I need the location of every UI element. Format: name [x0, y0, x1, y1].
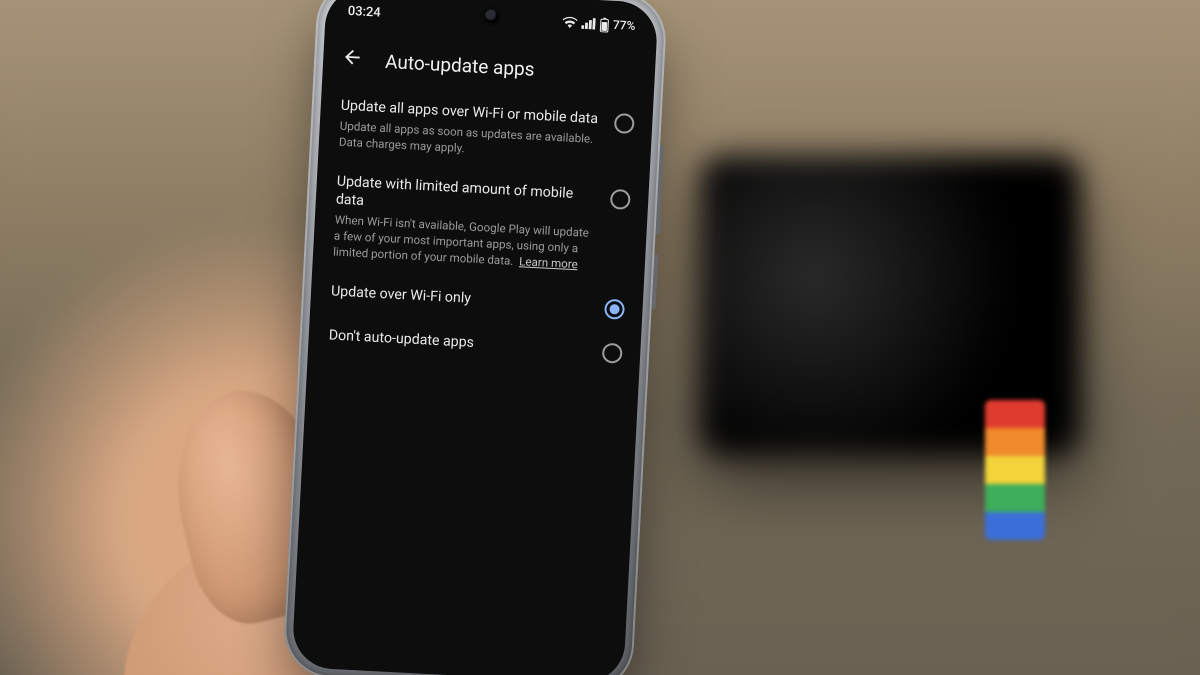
option-title: Don't auto-update apps	[328, 326, 589, 358]
learn-more-link[interactable]: Learn more	[519, 254, 578, 271]
phone-frame: 03:24 77%	[282, 0, 668, 675]
option-wifi-or-mobile[interactable]: Update all apps over Wi-Fi or mobile dat…	[338, 97, 634, 166]
photo-background: 03:24 77%	[0, 0, 1200, 675]
option-wifi-only[interactable]: Update over Wi-Fi only	[330, 283, 625, 320]
battery-icon	[599, 17, 610, 33]
status-time: 03:24	[347, 3, 381, 20]
radio-button[interactable]	[604, 299, 625, 320]
status-battery-text: 77%	[613, 18, 636, 33]
phone: 03:24 77%	[282, 0, 668, 675]
status-right: 77%	[562, 15, 636, 34]
signal-icon	[581, 17, 596, 30]
app-bar: Auto-update apps	[322, 32, 656, 101]
radio-button[interactable]	[610, 189, 631, 210]
option-title: Update over Wi-Fi only	[331, 283, 592, 315]
arrow-back-icon	[341, 46, 364, 73]
option-limited-mobile[interactable]: Update with limited amount of mobile dat…	[333, 172, 631, 276]
option-dont-update[interactable]: Don't auto-update apps	[328, 326, 623, 363]
wifi-icon	[562, 16, 578, 29]
options-list: Update all apps over Wi-Fi or mobile dat…	[308, 96, 653, 365]
phone-screen: 03:24 77%	[291, 0, 658, 675]
radio-button[interactable]	[614, 113, 635, 134]
back-button[interactable]	[332, 39, 372, 79]
page-title: Auto-update apps	[385, 49, 536, 80]
radio-button[interactable]	[602, 343, 623, 364]
option-description: When Wi-Fi isn't available, Google Play …	[333, 213, 595, 274]
